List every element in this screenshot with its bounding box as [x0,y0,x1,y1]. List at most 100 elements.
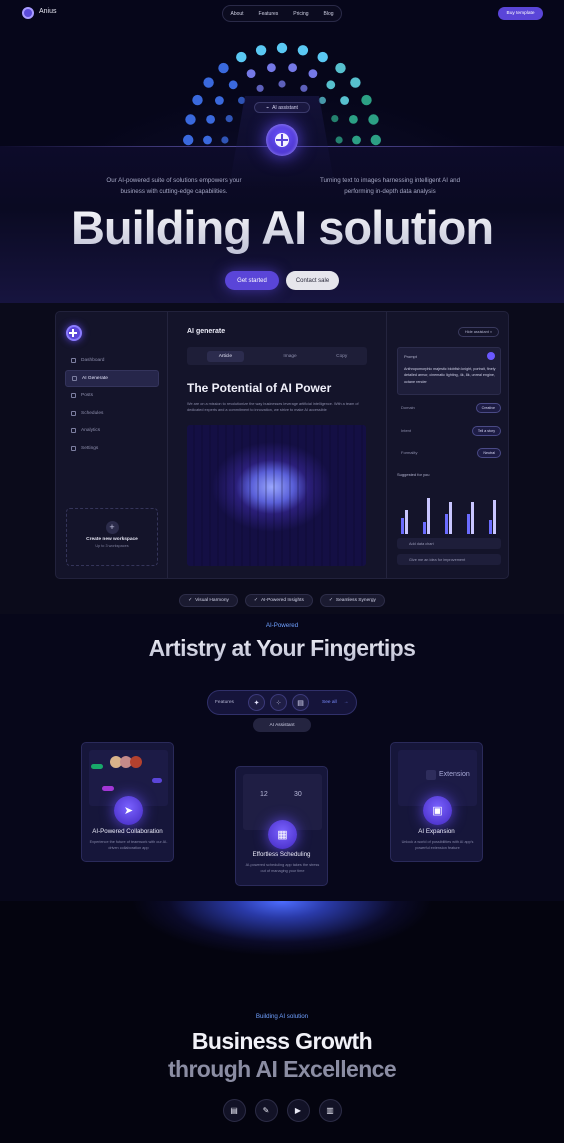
sidebar-item-ai-generate[interactable]: AI Generate [65,369,159,387]
growth-kicker: Building AI solution [255,1013,309,1020]
dot [221,136,229,144]
tab-copy[interactable]: Copy [336,354,347,359]
see-all-link[interactable]: See all [322,700,337,705]
panel-heading: AI generate [187,328,226,335]
chart-bar [449,502,452,534]
suggested-bar-chart [401,498,496,534]
card-text: Experience the future of teamwork with o… [89,840,168,851]
option-value[interactable]: Tell a story [471,426,501,436]
hero-left-text: Our AI-powered suite of solutions empowe… [106,177,242,195]
dots-icon[interactable]: ⁘ [270,694,287,711]
hide-assistant-button[interactable]: Hide assistant × [458,327,499,337]
sidebar-item-dashboard[interactable]: Dashboard [65,352,159,370]
nav-menu: About Features Pricing Blog [222,5,342,22]
option-formality[interactable]: Formality Neutral [397,448,501,458]
chip-ai-insights[interactable]: ✓ AI-Powered Insights [244,594,313,607]
sidebar-item-analytics[interactable]: Analytics [65,422,159,440]
dot [267,63,276,73]
generate-icon[interactable] [487,352,495,360]
sparkle-icon: ⌁ [266,104,270,111]
document-icon[interactable]: ▤ [292,694,309,711]
dot [203,77,214,88]
dot [308,69,318,78]
assistant-panel: Hide assistant × Prompt Anthropomorphic … [386,312,508,578]
assistant-orb[interactable] [266,124,298,156]
ai-assistant-chip[interactable]: AI Assistant [253,718,311,732]
card-text: AI-powered scheduling app takes the stre… [245,863,320,874]
close-icon: × [489,330,493,334]
features-label: Features [215,700,234,705]
sidebar-item-settings[interactable]: Settings [65,440,159,458]
avatar [130,756,142,768]
document-icon[interactable]: ▤ [222,1099,246,1122]
dot [218,62,229,74]
growth-subtitle: through AI Excellence [167,1056,397,1082]
tab-article[interactable]: Article [206,350,245,362]
dot [256,84,264,92]
extension-label: Extension [439,771,470,778]
growth-icons: ▤ ✎ ▶ ▥ [0,1099,564,1122]
dot [288,63,297,73]
contact-sale-button[interactable]: Contact sale [286,271,339,290]
chart-bar [423,522,426,534]
chip-seamless-synergy[interactable]: ✓ Seamless Synergy [319,594,385,607]
dot [370,134,381,146]
arrow-right-icon[interactable]: → [344,700,349,705]
dot [185,114,196,125]
check-icon: ✓ [188,598,193,603]
sidebar-item-posts[interactable]: Posts [65,387,159,405]
option-value[interactable]: Creative [475,403,501,413]
chip-visual-harmony[interactable]: ✓ Visual Harmony [179,594,238,607]
page: ⌁ AI assistant Anius About Features Prici… [0,0,564,1143]
dot [352,135,361,145]
tag-badge [152,778,162,783]
video-icon[interactable]: ▶ [286,1099,310,1122]
dot [335,62,346,74]
dashboard-logo-icon[interactable] [66,325,82,341]
tag-badge [91,764,103,769]
chart-bar [493,500,496,534]
dot [236,51,247,63]
tab-image[interactable]: Image [283,354,296,359]
create-workspace-card[interactable]: + Create new workspace Up to 3 workspace… [66,508,158,566]
dot [368,114,379,125]
improvement-idea-button[interactable]: Give me an idea for improvement [397,554,501,565]
nav-link-blog[interactable]: Blog [324,11,334,17]
nav-link-pricing[interactable]: Pricing [293,11,308,17]
tag-badge [102,786,114,791]
dot [326,80,336,90]
card-expansion[interactable]: Extension ▣ AI Expansion Unlock a world … [390,742,483,862]
features-toolbar: Features ✦ ⁘ ▤ See all → [207,690,357,715]
chart-bar [489,520,492,534]
card-collaboration[interactable]: ➤ AI-Powered Collaboration Experience th… [81,742,174,862]
add-data-chart-button[interactable]: Add data chart [397,538,501,549]
sidebar-item-schedules[interactable]: Schedules [65,405,159,423]
dot [206,115,216,124]
dashboard-main: AI generate Article Image Copy The Poten… [168,312,386,578]
calendar-icon: ▦ [268,820,297,849]
brand-name[interactable]: Anius [39,8,57,15]
sparkle-icon[interactable]: ✦ [248,694,265,711]
workspace-subtitle: Up to 3 workspaces [95,544,129,548]
buy-template-button[interactable]: Buy template [498,7,543,20]
nav-link-features[interactable]: Features [259,11,279,17]
dot [276,42,288,54]
option-value[interactable]: Neutral [477,448,501,458]
option-domain[interactable]: Domain Creative [397,403,501,413]
blue-glow [132,901,432,971]
chart-bar [427,498,430,534]
schedule-number: 30 [294,791,302,798]
get-started-button[interactable]: Get started [225,271,279,290]
dot [300,84,308,92]
chart-bar [445,514,448,534]
prompt-box[interactable]: Prompt Anthropomorphic majestic blobfish… [397,347,501,395]
option-intent[interactable]: Intent Tell a story [397,426,501,436]
edit-icon[interactable]: ✎ [254,1099,278,1122]
chart-icon [71,428,76,434]
file-icon[interactable]: ▥ [318,1099,342,1122]
logo-icon[interactable] [22,7,34,19]
plus-icon[interactable]: + [105,521,119,534]
nav-link-about[interactable]: About [230,11,243,17]
card-scheduling[interactable]: 12 30 ▦ Effortless Scheduling AI-powered… [235,766,328,886]
ai-assistant-chip[interactable]: ⌁ AI assistant [254,102,310,113]
